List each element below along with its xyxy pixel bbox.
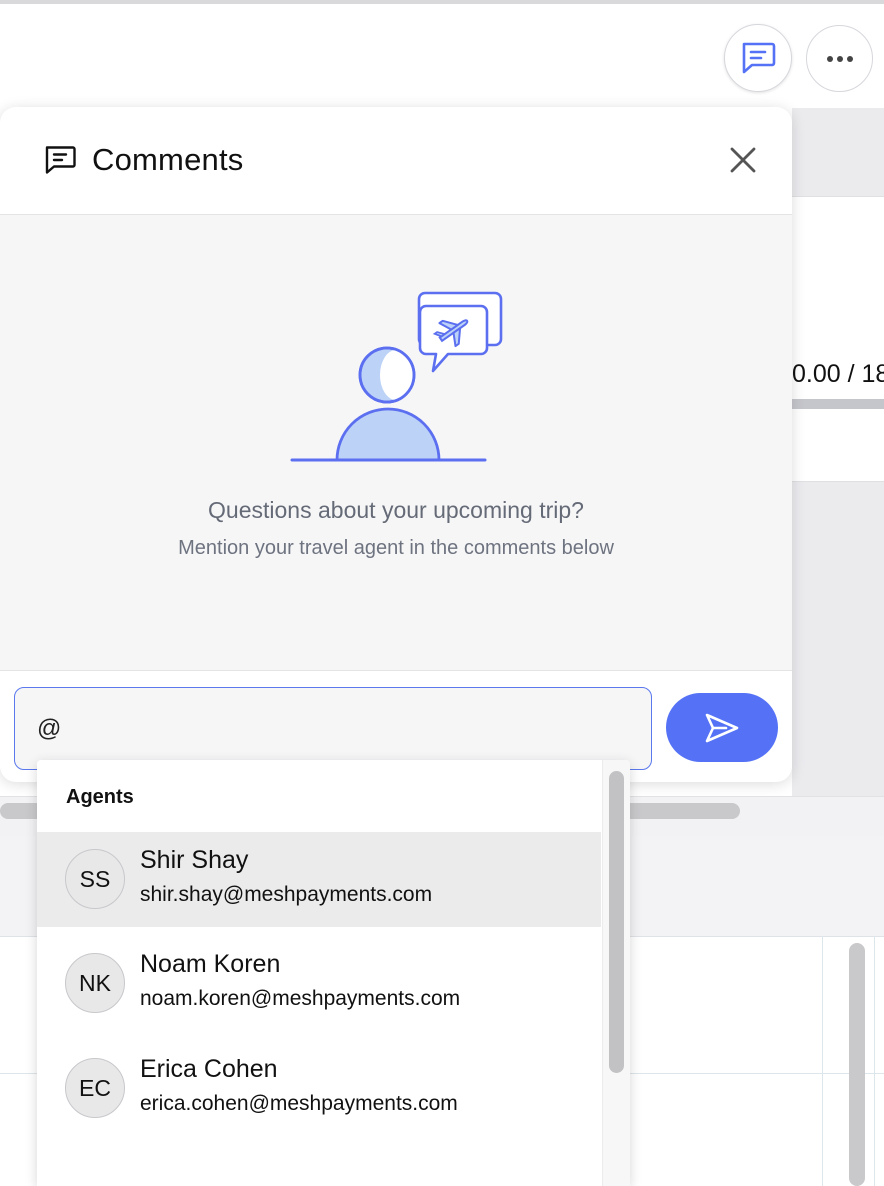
agent-email: noam.koren@meshpayments.com <box>140 987 461 1010</box>
avatar: NK <box>65 953 125 1013</box>
travel-agent-illustration <box>290 291 503 462</box>
send-icon <box>705 713 739 742</box>
avatar: SS <box>65 849 125 909</box>
comments-header: Comments <box>0 107 792 215</box>
agent-name: Noam Koren <box>140 950 281 978</box>
dropdown-scrollbar[interactable] <box>602 760 630 1186</box>
agent-email: erica.cohen@meshpayments.com <box>140 1092 458 1115</box>
panel-title: Comments <box>92 142 244 177</box>
agent-list: Agents SS Shir Shay shir.shay@meshpaymen… <box>37 760 601 1186</box>
agents-section-header: Agents <box>66 786 134 808</box>
agent-option-erica-cohen[interactable]: EC Erica Cohen erica.cohen@meshpayments.… <box>37 1041 601 1136</box>
background-amount: 0.00 / 18 <box>792 360 884 388</box>
more-options-button[interactable] <box>806 25 873 92</box>
background-progress-bar <box>792 399 884 409</box>
agent-name: Shir Shay <box>140 846 249 874</box>
mention-dropdown: Agents SS Shir Shay shir.shay@meshpaymen… <box>37 760 630 1186</box>
agent-email: shir.shay@meshpayments.com <box>140 883 433 906</box>
comments-toggle-button[interactable] <box>724 24 792 92</box>
agent-option-shir-shay[interactable]: SS Shir Shay shir.shay@meshpayments.com <box>37 832 601 927</box>
comment-input[interactable] <box>14 687 652 770</box>
dropdown-scrollbar-thumb[interactable] <box>609 771 624 1073</box>
avatar: EC <box>65 1058 125 1118</box>
top-divider <box>0 0 884 4</box>
vertical-scrollbar[interactable] <box>849 943 865 1186</box>
agent-name: Erica Cohen <box>140 1055 278 1083</box>
grid-line <box>822 936 823 1186</box>
send-button[interactable] <box>666 693 778 762</box>
agent-option-noam-koren[interactable]: NK Noam Koren noam.koren@meshpayments.co… <box>37 936 601 1031</box>
comments-panel: Comments Questions about your upcoming t… <box>0 107 792 782</box>
grid-line <box>874 936 875 1186</box>
background-card <box>792 196 884 482</box>
empty-state-subtitle: Mention your travel agent in the comment… <box>178 537 614 559</box>
comment-icon <box>742 42 776 74</box>
close-icon <box>730 147 756 173</box>
empty-state-title: Questions about your upcoming trip? <box>208 497 584 523</box>
close-button[interactable] <box>726 143 760 177</box>
more-icon <box>826 55 853 62</box>
comment-icon <box>45 146 76 174</box>
